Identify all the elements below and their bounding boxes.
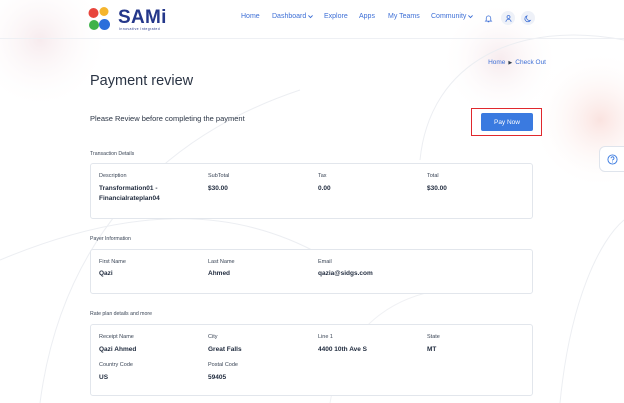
tax-value: 0.00: [318, 185, 331, 192]
page-subtitle: Please Review before completing the paym…: [90, 114, 245, 123]
total-value: $30.00: [427, 185, 447, 192]
email-label: Email: [318, 259, 332, 265]
header-divider: [0, 38, 624, 39]
pay-now-button[interactable]: Pay Now: [481, 113, 533, 131]
breadcrumb-separator-icon: ▶: [508, 59, 513, 66]
description-label: Description: [99, 173, 127, 179]
theme-toggle-button[interactable]: [521, 11, 535, 25]
help-button[interactable]: [599, 146, 624, 172]
description-value: Transformation01 - Financialrateplan04: [99, 185, 160, 202]
rate-plan-title: Rate plan details and more: [90, 311, 152, 317]
brand-name: SAMi: [118, 7, 167, 28]
breadcrumb-current[interactable]: Check Out: [515, 59, 546, 66]
brand-logo[interactable]: SAMi Innovative Integrated: [88, 5, 168, 33]
nav-dashboard[interactable]: Dashboard: [272, 13, 314, 20]
city-value: Great Falls: [208, 346, 242, 353]
subtotal-value: $30.00: [208, 185, 228, 192]
nav-explore-label: Explore: [324, 13, 348, 20]
postal-code-label: Postal Code: [208, 362, 238, 368]
brand-tagline: Innovative Integrated: [119, 27, 161, 31]
transaction-details-title: Transaction Details: [90, 151, 135, 157]
email-value: qazia@sidgs.com: [318, 270, 373, 277]
breadcrumb: Home ▶ Check Out: [488, 59, 546, 66]
nav-my-teams[interactable]: My Teams: [388, 13, 420, 20]
total-label: Total: [427, 173, 439, 179]
nav-dashboard-label: Dashboard: [272, 13, 307, 20]
nav-community-label: Community: [431, 13, 467, 20]
state-label: State: [427, 334, 440, 340]
breadcrumb-home-link[interactable]: Home: [488, 59, 505, 66]
nav-explore[interactable]: Explore: [324, 13, 348, 20]
city-label: City: [208, 334, 218, 340]
first-name-label: First Name: [99, 259, 126, 265]
last-name-label: Last Name: [208, 259, 235, 265]
payer-information-card: First Name Last Name Email Qazi Ahmed qa…: [90, 249, 533, 294]
nav-home[interactable]: Home: [241, 13, 260, 20]
tax-label: Tax: [318, 173, 327, 179]
rate-plan-card: Receipt Name City Line 1 State Qazi Ahme…: [90, 324, 533, 396]
country-code-label: Country Code: [99, 362, 133, 368]
subtotal-label: SubTotal: [208, 173, 230, 179]
line1-label: Line 1: [318, 334, 333, 340]
page: SAMi Innovative Integrated Home Dashboar…: [0, 0, 624, 403]
moon-icon: [523, 14, 531, 22]
line1-value: 4400 10th Ave S: [318, 346, 368, 353]
chevron-down-icon: [308, 15, 314, 19]
nav-community[interactable]: Community: [431, 13, 474, 20]
payer-information-title: Payer Information: [90, 236, 131, 242]
postal-code-value: 59405: [208, 374, 227, 381]
nav-home-label: Home: [241, 13, 260, 20]
transaction-details-card: Description SubTotal Tax Total Transform…: [90, 163, 533, 219]
logo-mark-icon: [88, 7, 110, 30]
receipt-name-label: Receipt Name: [99, 334, 134, 340]
question-circle-icon: [606, 153, 618, 165]
country-code-value: US: [99, 374, 109, 381]
user-icon: [505, 14, 511, 22]
nav-apps[interactable]: Apps: [359, 13, 375, 20]
chevron-down-icon: [468, 15, 474, 19]
notifications-button[interactable]: [481, 11, 495, 25]
bell-icon: [484, 15, 492, 22]
receipt-name-value: Qazi Ahmed: [99, 346, 137, 353]
last-name-value: Ahmed: [208, 270, 231, 277]
state-value: MT: [427, 346, 437, 353]
page-title: Payment review: [90, 73, 194, 89]
nav-my-teams-label: My Teams: [388, 13, 420, 20]
profile-button[interactable]: [501, 11, 515, 25]
nav-apps-label: Apps: [359, 13, 375, 20]
first-name-value: Qazi: [99, 270, 113, 277]
